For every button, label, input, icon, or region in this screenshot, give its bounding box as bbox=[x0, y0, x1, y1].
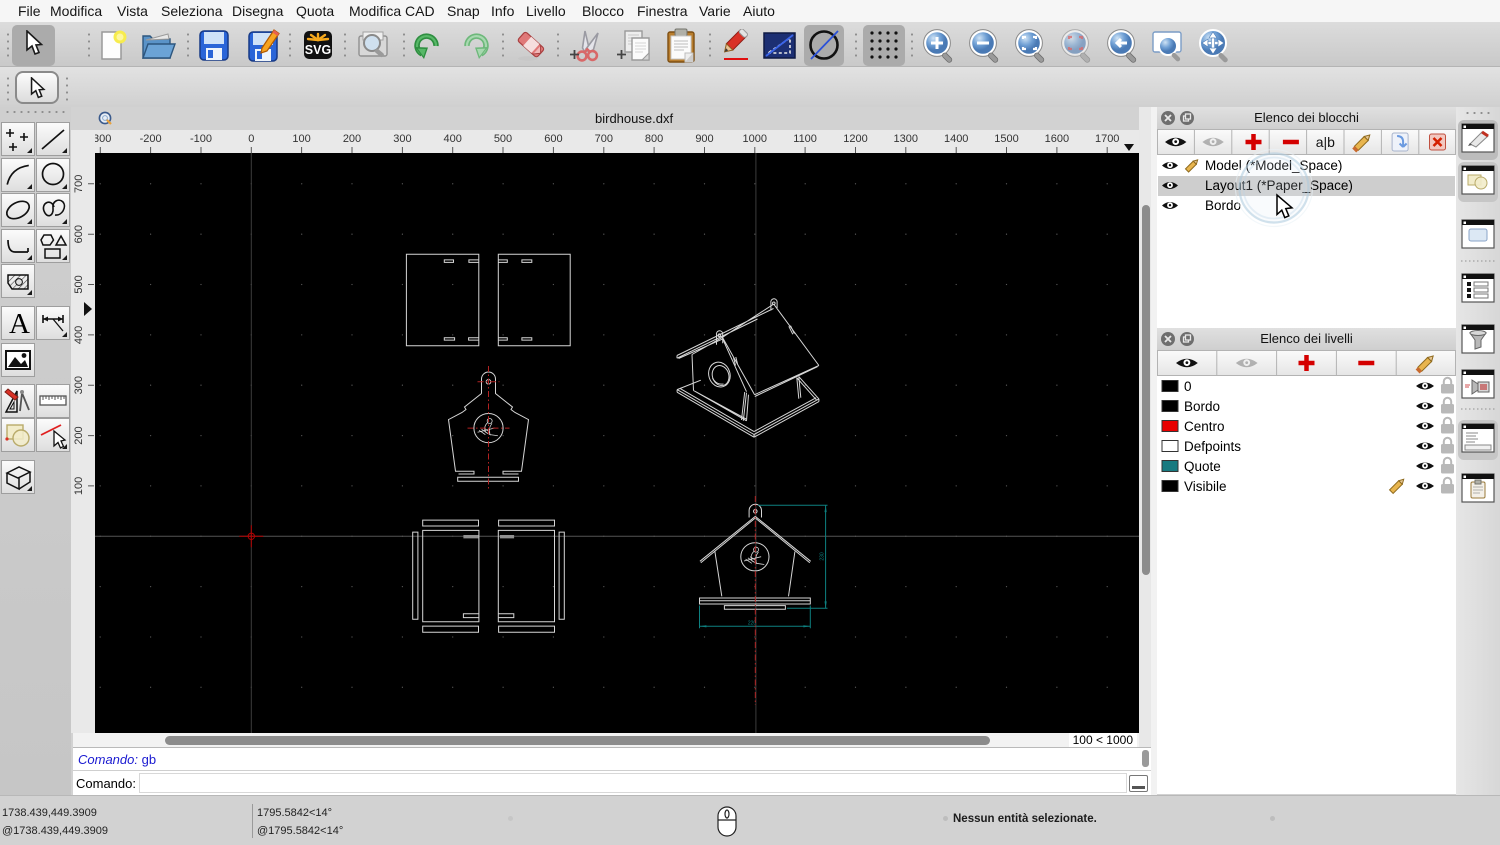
svg-text:Quote: Quote bbox=[1184, 459, 1221, 474]
svg-text:1600: 1600 bbox=[1045, 133, 1069, 145]
svg-text:1000: 1000 bbox=[743, 133, 767, 145]
svg-text:900: 900 bbox=[695, 133, 713, 145]
svg-text:700: 700 bbox=[73, 175, 85, 193]
svg-text:500: 500 bbox=[73, 275, 85, 293]
svg-text:100: 100 bbox=[73, 477, 85, 495]
svg-text:200: 200 bbox=[73, 426, 85, 444]
svg-text:800: 800 bbox=[645, 133, 663, 145]
svg-text:1700: 1700 bbox=[1095, 133, 1119, 145]
svg-text:400: 400 bbox=[444, 133, 462, 145]
svg-text:1100: 1100 bbox=[793, 133, 817, 145]
svg-text:1200: 1200 bbox=[843, 133, 867, 145]
svg-text:600: 600 bbox=[73, 225, 85, 243]
svg-text:200: 200 bbox=[343, 133, 361, 145]
svg-text:300: 300 bbox=[73, 376, 85, 394]
svg-text:400: 400 bbox=[73, 326, 85, 344]
svg-text:600: 600 bbox=[544, 133, 562, 145]
svg-text:0: 0 bbox=[1184, 379, 1192, 394]
svg-text:-200: -200 bbox=[140, 133, 162, 145]
svg-text:Visibile: Visibile bbox=[1184, 479, 1227, 494]
svg-text:-300: -300 bbox=[95, 133, 111, 145]
svg-text:-100: -100 bbox=[190, 133, 212, 145]
svg-text:700: 700 bbox=[595, 133, 613, 145]
svg-text:Bordo: Bordo bbox=[1184, 399, 1220, 414]
svg-text:Centro: Centro bbox=[1184, 419, 1225, 434]
svg-text:a|b: a|b bbox=[1316, 134, 1335, 150]
svg-text:230: 230 bbox=[820, 552, 826, 561]
svg-text:0: 0 bbox=[248, 133, 254, 145]
svg-text:1300: 1300 bbox=[894, 133, 918, 145]
svg-text:300: 300 bbox=[393, 133, 411, 145]
svg-text:1500: 1500 bbox=[994, 133, 1018, 145]
svg-text:100: 100 bbox=[292, 133, 310, 145]
svg-text:1400: 1400 bbox=[944, 133, 968, 145]
svg-text:500: 500 bbox=[494, 133, 512, 145]
svg-text:SVG: SVG bbox=[305, 43, 331, 57]
svg-text:Defpoints: Defpoints bbox=[1184, 439, 1241, 454]
